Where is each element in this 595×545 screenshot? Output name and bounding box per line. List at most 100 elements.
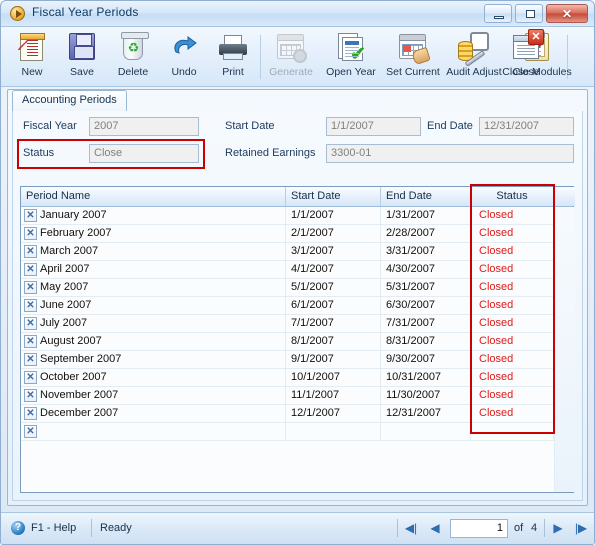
table-row[interactable]: ✕ May 2007 5/1/2007 5/31/2007 Closed [21,279,573,297]
cell-name[interactable]: January 2007 [21,207,286,224]
cell-end[interactable] [381,423,471,440]
cell-start[interactable]: 7/1/2007 [286,315,381,332]
cell-status[interactable]: Closed [471,297,554,314]
column-header-status[interactable]: Status [471,187,554,206]
cell-start[interactable]: 5/1/2007 [286,279,381,296]
cell-end[interactable]: 12/31/2007 [381,405,471,422]
toolbar-button-save[interactable]: Save [59,30,105,84]
cell-name[interactable]: May 2007 [21,279,286,296]
cell-end[interactable]: 1/31/2007 [381,207,471,224]
maximize-button[interactable] [515,4,543,23]
cell-status[interactable]: Closed [471,261,554,278]
cell-start[interactable]: 4/1/2007 [286,261,381,278]
cell-name[interactable]: November 2007 [21,387,286,404]
tab-accounting-periods[interactable]: Accounting Periods [12,90,127,111]
cell-end[interactable]: 11/30/2007 [381,387,471,404]
column-header-end-date[interactable]: End Date [381,187,471,206]
column-header-period-name[interactable]: Period Name [21,187,286,206]
cell-name[interactable] [21,423,286,440]
table-row[interactable]: ✕ [21,423,573,441]
toolbar-button-new[interactable]: New [9,30,55,84]
toolbar-button-generate[interactable]: Generate [263,30,319,84]
previous-page-button[interactable]: ◀ [427,521,443,536]
last-page-button[interactable]: |▶ [573,521,589,536]
cell-status[interactable]: Closed [471,279,554,296]
recycle-bin-icon: ♻ [117,31,149,63]
cell-name[interactable]: March 2007 [21,243,286,260]
cell-end[interactable]: 7/31/2007 [381,315,471,332]
cell-status[interactable]: Closed [471,207,554,224]
toolbar-button-print[interactable]: Print [210,30,256,84]
table-row[interactable]: ✕ November 2007 11/1/2007 11/30/2007 Closed [21,387,573,405]
cell-name[interactable]: February 2007 [21,225,286,242]
toolbar-button-undo[interactable]: Undo [161,30,207,84]
cell-end[interactable]: 3/31/2007 [381,243,471,260]
window-title: Fiscal Year Periods [32,5,139,19]
table-row[interactable]: ✕ January 2007 1/1/2007 1/31/2007 Closed [21,207,573,225]
cell-end[interactable]: 2/28/2007 [381,225,471,242]
close-button[interactable]: ✕ [546,4,588,23]
cell-start[interactable]: 12/1/2007 [286,405,381,422]
cell-status[interactable]: Closed [471,387,554,404]
minimize-button[interactable] [484,4,512,23]
floppy-disk-icon [66,31,98,63]
cell-name[interactable]: August 2007 [21,333,286,350]
end-date-field[interactable]: 12/31/2007 [479,117,574,136]
start-date-field[interactable]: 1/1/2007 [326,117,421,136]
cell-name[interactable]: October 2007 [21,369,286,386]
cell-name[interactable]: September 2007 [21,351,286,368]
table-row[interactable]: ✕ September 2007 9/1/2007 9/30/2007 Closed [21,351,573,369]
table-row[interactable]: ✕ April 2007 4/1/2007 4/30/2007 Closed [21,261,573,279]
column-header-start-date[interactable]: Start Date [286,187,381,206]
cell-start[interactable]: 8/1/2007 [286,333,381,350]
cell-start[interactable] [286,423,381,440]
cell-status[interactable]: Closed [471,405,554,422]
toolbar-button-close[interactable]: ✕ Close [466,29,586,84]
table-row[interactable]: ✕ December 2007 12/1/2007 12/31/2007 Closed [21,405,573,423]
status-field[interactable]: Close [89,144,199,163]
cell-status[interactable]: Closed [471,225,554,242]
retained-earnings-field[interactable]: 3300-01 [326,144,574,163]
cell-status[interactable] [471,423,554,440]
cell-status[interactable]: Closed [471,243,554,260]
cell-end[interactable]: 6/30/2007 [381,297,471,314]
cell-start[interactable]: 1/1/2007 [286,207,381,224]
cell-name[interactable]: April 2007 [21,261,286,278]
cell-name[interactable]: December 2007 [21,405,286,422]
cell-end[interactable]: 5/31/2007 [381,279,471,296]
toolbar-button-delete[interactable]: ♻ Delete [107,30,159,84]
cell-status[interactable]: Closed [471,333,554,350]
cell-name[interactable]: June 2007 [21,297,286,314]
cell-status[interactable]: Closed [471,369,554,386]
help-icon[interactable]: ? [11,521,25,535]
table-row[interactable]: ✕ March 2007 3/1/2007 3/31/2007 Closed [21,243,573,261]
table-row[interactable]: ✕ July 2007 7/1/2007 7/31/2007 Closed [21,315,573,333]
cell-start[interactable]: 2/1/2007 [286,225,381,242]
cell-end[interactable]: 10/31/2007 [381,369,471,386]
table-row[interactable]: ✕ October 2007 10/1/2007 10/31/2007 Closed [21,369,573,387]
cell-start[interactable]: 10/1/2007 [286,369,381,386]
cell-end[interactable]: 9/30/2007 [381,351,471,368]
toolbar-button-set-current[interactable]: Set Current [382,30,444,84]
grid-header-row: Period Name Start Date End Date Status [21,187,575,207]
dropdown-button-column [554,207,575,492]
cell-start[interactable]: 3/1/2007 [286,243,381,260]
fiscal-year-field[interactable]: 2007 [89,117,199,136]
page-number-input[interactable]: 1 [450,519,508,538]
table-row[interactable]: ✕ February 2007 2/1/2007 2/28/2007 Closed [21,225,573,243]
cell-status[interactable]: Closed [471,351,554,368]
cell-start[interactable]: 9/1/2007 [286,351,381,368]
cell-name[interactable]: July 2007 [21,315,286,332]
next-page-button[interactable]: ▶ [550,521,566,536]
grid-body[interactable]: ✕ January 2007 1/1/2007 1/31/2007 Closed ✕ Feb… [21,207,573,492]
cell-status[interactable]: Closed [471,315,554,332]
cell-end[interactable]: 4/30/2007 [381,261,471,278]
table-row[interactable]: ✕ August 2007 8/1/2007 8/31/2007 Closed [21,333,573,351]
first-page-button[interactable]: ◀| [403,521,419,536]
cell-start[interactable]: 11/1/2007 [286,387,381,404]
help-text[interactable]: F1 - Help [31,522,76,534]
cell-end[interactable]: 8/31/2007 [381,333,471,350]
table-row[interactable]: ✕ June 2007 6/1/2007 6/30/2007 Closed [21,297,573,315]
toolbar-button-open-year[interactable]: ✔ Open Year [321,30,381,84]
cell-start[interactable]: 6/1/2007 [286,297,381,314]
